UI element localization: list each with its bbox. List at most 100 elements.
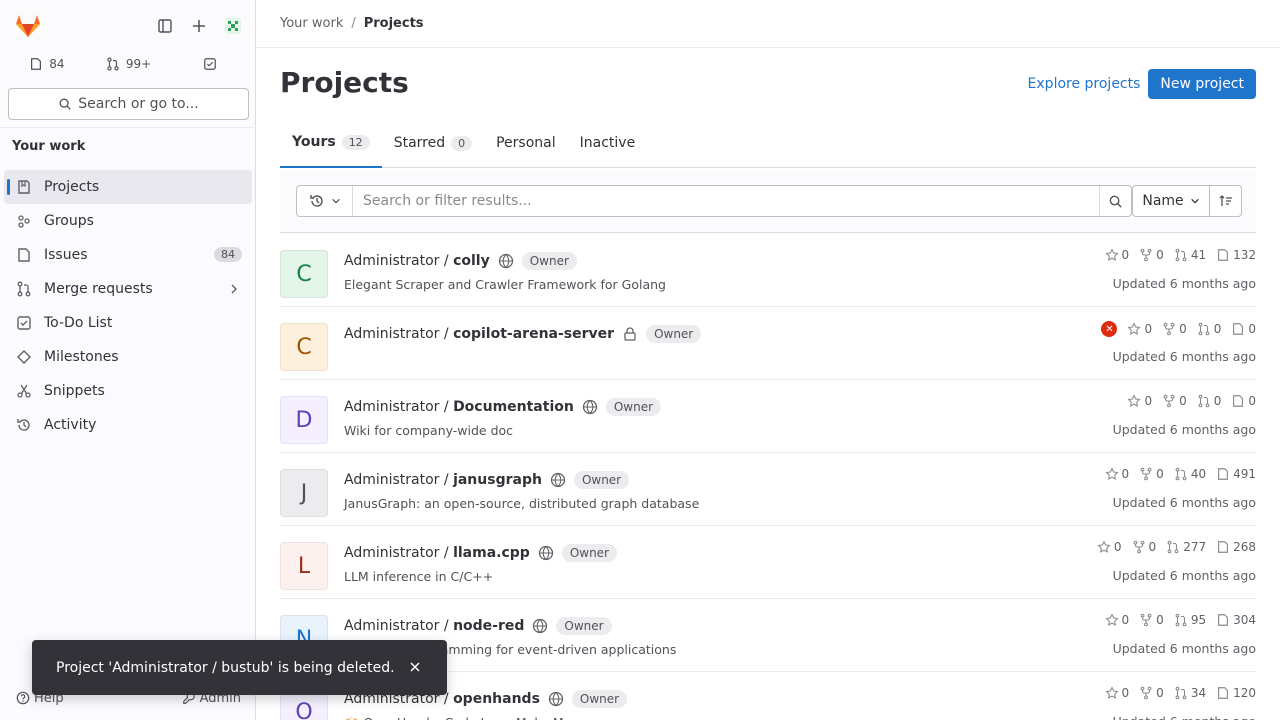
merge-requests-count[interactable]: 0: [1197, 322, 1221, 336]
merge-requests-count[interactable]: 40: [1174, 467, 1206, 481]
sidebar-item-todo-list[interactable]: To-Do List: [4, 306, 252, 340]
merge-request-icon: [1166, 540, 1180, 554]
issues-count[interactable]: 268: [1216, 540, 1256, 554]
issues-icon: [1216, 613, 1230, 627]
forks-count[interactable]: 0: [1162, 394, 1187, 408]
filter-bar: Name: [280, 169, 1256, 233]
pipeline-failed-icon[interactable]: ✕: [1101, 321, 1118, 337]
issues-icon: [1216, 540, 1230, 554]
todos-button[interactable]: [171, 48, 249, 80]
breadcrumb-projects[interactable]: Projects: [364, 16, 424, 31]
issues-count[interactable]: 304: [1216, 613, 1256, 627]
forks-count[interactable]: 0: [1132, 540, 1156, 554]
sidebar-item-label: Activity: [44, 417, 97, 433]
forks-value: 0: [1156, 467, 1164, 481]
project-name-link[interactable]: Administrator / copilot-arena-server: [344, 326, 614, 342]
forks-value: 0: [1179, 394, 1187, 408]
assigned-issues-button[interactable]: 84: [8, 48, 86, 80]
sidebar-item-merge-requests[interactable]: Merge requests: [4, 272, 252, 306]
tab-count: 0: [451, 135, 473, 151]
merge-requests-count[interactable]: 0: [1197, 394, 1222, 408]
merge-requests-count[interactable]: 277: [1166, 540, 1206, 554]
role-badge: Owner: [521, 252, 577, 270]
sort-direction-button[interactable]: [1210, 185, 1242, 217]
stars-count[interactable]: 0: [1104, 467, 1129, 481]
stars-count[interactable]: 0: [1127, 322, 1152, 336]
tab-starred[interactable]: Starred 0: [382, 118, 484, 168]
project-avatar[interactable]: L: [280, 542, 328, 590]
updated-time: Updated 6 months ago: [1112, 568, 1256, 583]
merge-request-icon: [1174, 467, 1188, 481]
sidebar-counts: 84 99+: [8, 48, 249, 80]
merge-requests-value: 34: [1190, 686, 1207, 700]
project-name-link[interactable]: Administrator / node-red: [344, 618, 524, 634]
project-avatar[interactable]: D: [280, 396, 328, 444]
plus-icon: [193, 20, 205, 32]
updated-time: Updated 6 months ago: [1112, 495, 1256, 510]
project-description: Wiki for company-wide doc: [344, 423, 514, 438]
user-menu-button[interactable]: [217, 10, 249, 42]
search-or-go-to-button[interactable]: Search or go to...: [8, 88, 249, 120]
star-icon: [1104, 613, 1119, 627]
toast-close-button[interactable]: [407, 659, 423, 675]
filter-search-button[interactable]: [1099, 186, 1131, 216]
sidebar-item-groups[interactable]: Groups: [4, 204, 252, 238]
stars-count[interactable]: 0: [1104, 248, 1129, 262]
stars-count[interactable]: 0: [1097, 540, 1122, 554]
issues-count[interactable]: 491: [1216, 467, 1256, 481]
project-name-link[interactable]: Administrator / colly: [344, 253, 490, 269]
new-project-button[interactable]: New project: [1148, 69, 1256, 99]
stars-count[interactable]: 0: [1127, 394, 1152, 408]
sort-by-dropdown[interactable]: Name: [1132, 185, 1210, 217]
sidebar-item-snippets[interactable]: Snippets: [4, 374, 252, 408]
merge-requests-count[interactable]: 34: [1174, 686, 1206, 700]
sidebar-item-milestones[interactable]: Milestones: [4, 340, 252, 374]
project-avatar[interactable]: J: [280, 469, 328, 517]
project-avatar[interactable]: C: [280, 323, 328, 371]
tab-inactive[interactable]: Inactive: [568, 118, 648, 168]
sidebar-item-activity[interactable]: Activity: [4, 408, 252, 442]
role-badge: Owner: [556, 617, 612, 635]
merge-requests-value: 0: [1213, 394, 1222, 408]
project-stats: 0 0 0 0: [1127, 394, 1256, 408]
stars-count[interactable]: 0: [1104, 613, 1129, 627]
forks-count[interactable]: 0: [1139, 248, 1164, 262]
merge-requests-count[interactable]: 41: [1174, 248, 1206, 262]
forks-count[interactable]: 0: [1139, 686, 1164, 700]
project-name-link[interactable]: Administrator / Documentation: [344, 399, 574, 415]
recent-searches-button[interactable]: [297, 186, 353, 216]
sidebar-toggle-button[interactable]: [149, 10, 181, 42]
issues-count[interactable]: 0: [1231, 394, 1256, 408]
sidebar-icon: [158, 19, 172, 33]
project-avatar[interactable]: C: [280, 250, 328, 298]
gitlab-logo[interactable]: [12, 10, 44, 42]
project-name-link[interactable]: Administrator / llama.cpp: [344, 545, 530, 561]
search-input[interactable]: [353, 187, 1099, 215]
filtered-search: [296, 185, 1132, 217]
project-name-link[interactable]: Administrator / janusgraph: [344, 472, 542, 488]
issues-count[interactable]: 132: [1216, 248, 1256, 262]
role-badge: Owner: [561, 544, 617, 562]
chevron-down-icon: [1190, 198, 1199, 204]
fork-icon: [1132, 540, 1146, 554]
issues-count[interactable]: 0: [1231, 322, 1256, 336]
avatar-icon: [225, 18, 241, 34]
project-stats: ✕ 0 0 0 0: [1101, 321, 1256, 337]
merge-requests-button[interactable]: 99+: [90, 48, 168, 80]
snippet-icon: [16, 383, 32, 399]
forks-count[interactable]: 0: [1139, 613, 1164, 627]
tab-yours[interactable]: Yours 12: [280, 118, 382, 168]
project-stats: 0 0 41 132: [1104, 248, 1256, 262]
forks-count[interactable]: 0: [1162, 322, 1187, 336]
create-new-button[interactable]: [183, 10, 215, 42]
breadcrumb-your-work[interactable]: Your work: [280, 16, 343, 31]
explore-projects-button[interactable]: Explore projects: [1024, 70, 1145, 98]
issues-count[interactable]: 120: [1216, 686, 1256, 700]
sidebar-item-projects[interactable]: Projects: [4, 170, 252, 204]
sidebar-item-issues[interactable]: Issues 84: [4, 238, 252, 272]
tab-personal[interactable]: Personal: [484, 118, 568, 168]
stars-count[interactable]: 0: [1104, 686, 1129, 700]
project-stats: 0 0 277 268: [1097, 540, 1256, 554]
merge-requests-count[interactable]: 95: [1174, 613, 1206, 627]
forks-count[interactable]: 0: [1139, 467, 1164, 481]
